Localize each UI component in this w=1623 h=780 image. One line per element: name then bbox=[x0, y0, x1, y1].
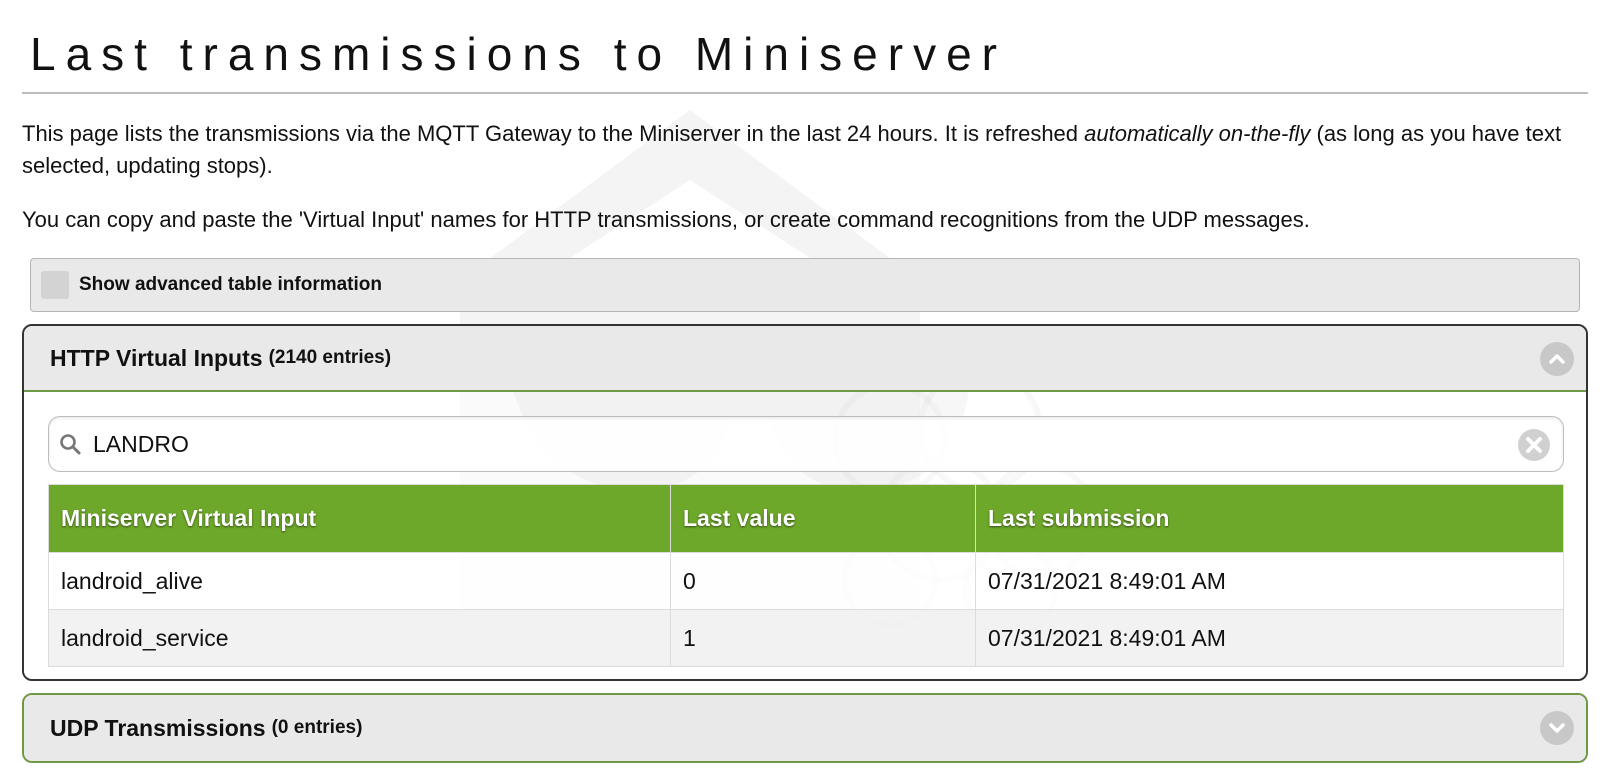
advanced-info-toggle[interactable]: Show advanced table information bbox=[30, 258, 1580, 312]
page-title: Last transmissions to Miniserver bbox=[30, 28, 1007, 80]
cell-last-submission: 07/31/2021 8:49:01 AM bbox=[975, 609, 1564, 667]
udp-transmissions-section: UDP Transmissions (0 entries) bbox=[22, 693, 1588, 763]
virtual-inputs-table: Miniserver Virtual Input Last value Last… bbox=[48, 484, 1564, 667]
page: Last transmissions to Miniserver This pa… bbox=[0, 0, 1600, 763]
cell-last-submission: 07/31/2021 8:49:01 AM bbox=[975, 552, 1564, 610]
cell-virtual-input[interactable]: landroid_service bbox=[48, 609, 671, 667]
advanced-info-label: Show advanced table information bbox=[79, 274, 382, 295]
column-header-last-value[interactable]: Last value bbox=[670, 484, 976, 553]
chevron-down-icon[interactable] bbox=[1540, 711, 1574, 745]
column-header-virtual-input[interactable]: Miniserver Virtual Input bbox=[48, 484, 671, 553]
http-section-title: HTTP Virtual Inputs bbox=[50, 344, 263, 371]
udp-section-count: (0 entries) bbox=[271, 717, 363, 738]
intro-paragraph: This page lists the transmissions via th… bbox=[22, 118, 1588, 182]
cell-virtual-input[interactable]: landroid_alive bbox=[48, 552, 671, 610]
table-header-row: Miniserver Virtual Input Last value Last… bbox=[48, 484, 1564, 553]
udp-section-title: UDP Transmissions bbox=[50, 714, 266, 741]
cell-last-value: 1 bbox=[670, 609, 976, 667]
http-virtual-inputs-section: HTTP Virtual Inputs (2140 entries) Minis bbox=[22, 324, 1588, 681]
search-icon bbox=[57, 431, 83, 457]
title-divider bbox=[22, 92, 1588, 94]
chevron-up-icon[interactable] bbox=[1540, 342, 1574, 376]
column-header-last-submission[interactable]: Last submission bbox=[975, 484, 1564, 553]
table-row[interactable]: landroid_alive 0 07/31/2021 8:49:01 AM bbox=[48, 552, 1564, 610]
http-section-count: (2140 entries) bbox=[268, 347, 392, 368]
advanced-info-checkbox[interactable] bbox=[41, 271, 69, 299]
table-row[interactable]: landroid_service 1 07/31/2021 8:49:01 AM bbox=[48, 609, 1564, 667]
search-box bbox=[48, 416, 1564, 472]
intro-text-before: This page lists the transmissions via th… bbox=[22, 121, 1085, 146]
cell-last-value: 0 bbox=[670, 552, 976, 610]
http-section-header[interactable]: HTTP Virtual Inputs (2140 entries) bbox=[24, 326, 1586, 392]
udp-section-header[interactable]: UDP Transmissions (0 entries) bbox=[24, 695, 1586, 761]
http-section-body: Miniserver Virtual Input Last value Last… bbox=[24, 392, 1586, 679]
clear-search-icon[interactable] bbox=[1517, 428, 1551, 462]
intro-text-emphasis: automatically on-the-fly bbox=[1084, 121, 1311, 146]
copy-hint-paragraph: You can copy and paste the 'Virtual Inpu… bbox=[22, 207, 1310, 232]
search-input[interactable] bbox=[91, 424, 1491, 464]
